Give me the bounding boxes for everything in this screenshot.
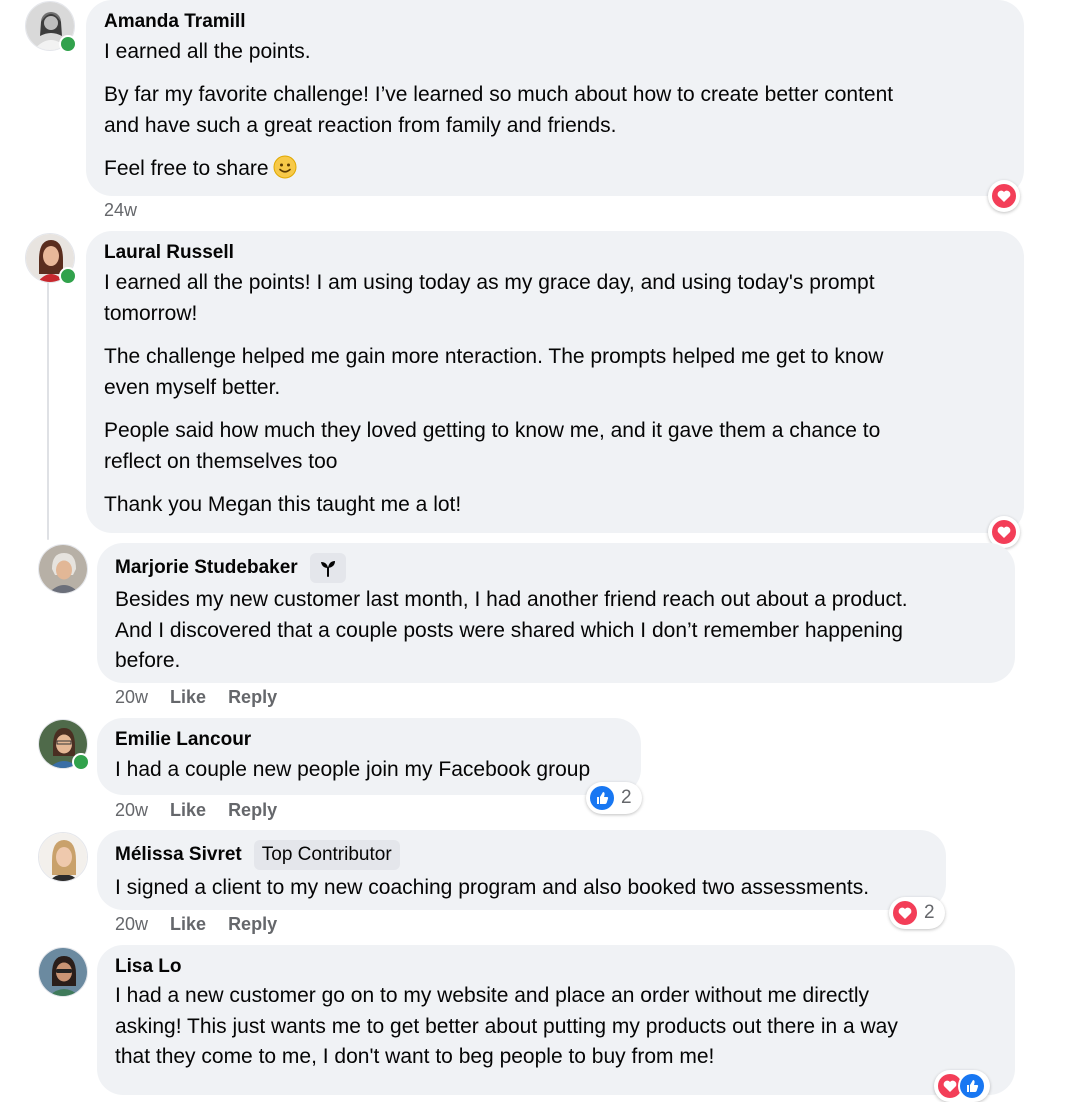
reply-button[interactable]: Reply xyxy=(228,687,277,708)
comment-paragraph: Thank you Megan this taught me a lot! xyxy=(104,493,462,516)
heart-reaction-icon xyxy=(891,899,919,927)
comment-meta: 24w xyxy=(104,200,137,221)
comment-bubble: Amanda Tramill I earned all the points. … xyxy=(86,0,1024,196)
heart-reaction-icon xyxy=(990,182,1018,210)
avatar[interactable] xyxy=(38,544,88,594)
comment-meta: 20w Like Reply xyxy=(115,687,277,708)
comment-reactions[interactable]: 2 xyxy=(586,782,642,814)
comment-paragraph: By far my favorite challenge! I’ve learn… xyxy=(104,83,894,137)
like-button[interactable]: Like xyxy=(170,800,206,821)
comment-bubble: Lisa Lo I had a new customer go on to my… xyxy=(97,945,1015,1095)
comment-bubble: Laural Russell I earned all the points! … xyxy=(86,231,1024,533)
comment-paragraph: Besides my new customer last month, I ha… xyxy=(115,588,908,672)
comment-paragraph: Feel free to share xyxy=(104,153,1006,184)
comment-reactions[interactable] xyxy=(934,1070,990,1102)
like-reaction-icon xyxy=(588,784,616,812)
comment-author[interactable]: Lisa Lo xyxy=(115,955,997,979)
comment-timestamp[interactable]: 20w xyxy=(115,800,148,821)
online-status-indicator xyxy=(59,35,77,53)
comment-author[interactable]: Amanda Tramill xyxy=(104,10,1006,34)
slightly-smiling-face-emoji xyxy=(273,155,297,179)
comment-paragraph: People said how much they loved getting … xyxy=(104,419,881,473)
avatar[interactable] xyxy=(38,832,88,882)
comment-meta: 20w Like Reply xyxy=(115,800,277,821)
comment-author[interactable]: Marjorie Studebaker xyxy=(115,553,997,583)
new-member-sprout-icon[interactable] xyxy=(309,553,346,583)
comment-bubble: Mélissa Sivret Top Contributor I signed … xyxy=(97,830,946,910)
reaction-count: 2 xyxy=(621,787,632,808)
top-contributor-badge[interactable]: Top Contributor xyxy=(253,840,400,870)
comment-author[interactable]: Emilie Lancour xyxy=(115,728,623,752)
avatar[interactable] xyxy=(38,947,88,997)
online-status-indicator xyxy=(59,267,77,285)
comment-timestamp[interactable]: 20w xyxy=(115,914,148,935)
heart-reaction-icon xyxy=(990,518,1018,546)
reaction-count: 2 xyxy=(924,902,935,923)
comment-bubble: Marjorie Studebaker Besides my new custo… xyxy=(97,543,1015,683)
comment-paragraph: I had a couple new people join my Facebo… xyxy=(115,758,591,781)
reply-button[interactable]: Reply xyxy=(228,914,277,935)
comment-paragraph: I earned all the points. xyxy=(104,40,311,63)
like-button[interactable]: Like xyxy=(170,687,206,708)
comment-author[interactable]: Laural Russell xyxy=(104,241,1006,265)
comment-paragraph: The challenge helped me gain more nterac… xyxy=(104,345,884,399)
comment-timestamp[interactable]: 20w xyxy=(115,687,148,708)
comment-reactions[interactable] xyxy=(988,180,1020,212)
reply-button[interactable]: Reply xyxy=(228,800,277,821)
comment-paragraph: I had a new customer go on to my website… xyxy=(115,984,898,1068)
comment-paragraph: I signed a client to my new coaching pro… xyxy=(115,876,870,899)
comment-bubble: Emilie Lancour I had a couple new people… xyxy=(97,718,641,795)
comment-timestamp[interactable]: 24w xyxy=(104,200,137,221)
comment-meta: 20w Like Reply xyxy=(115,914,277,935)
comment-reactions[interactable]: 2 xyxy=(889,897,945,929)
reply-thread-line xyxy=(47,282,49,540)
like-reaction-icon xyxy=(958,1072,986,1100)
comment-paragraph: I earned all the points! I am using toda… xyxy=(104,271,875,325)
comment-author[interactable]: Mélissa Sivret Top Contributor xyxy=(115,840,928,870)
like-button[interactable]: Like xyxy=(170,914,206,935)
online-status-indicator xyxy=(72,753,90,771)
